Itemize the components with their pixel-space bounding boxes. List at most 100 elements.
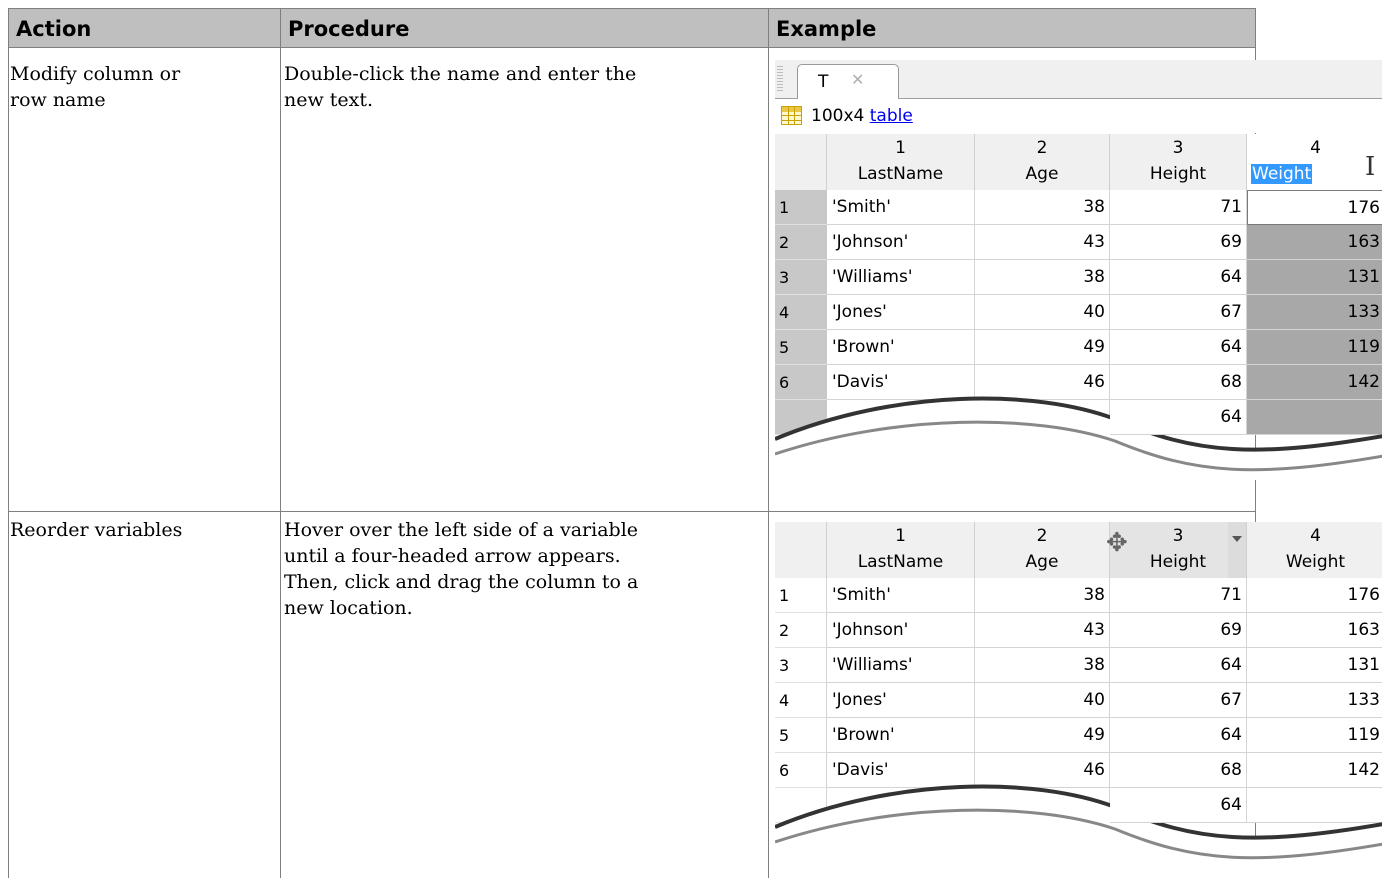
- row-header[interactable]: 1: [775, 190, 827, 225]
- data-grid: 1 LastName 2 Age 3 Height I 4 Weight 1 'Smith' 38 71…: [775, 134, 1382, 480]
- column-menu-icon[interactable]: [1228, 522, 1246, 578]
- table-cell[interactable]: 176: [1247, 190, 1382, 225]
- table-cell[interactable]: 133: [1247, 295, 1382, 330]
- row-header[interactable]: 2: [775, 225, 827, 260]
- column-name: Height: [1149, 164, 1207, 184]
- row-header[interactable]: 5: [775, 330, 827, 365]
- variable-size: 100x4 table: [811, 106, 913, 126]
- column-header-1[interactable]: 1 LastName: [827, 522, 975, 578]
- table-cell[interactable]: 49: [975, 718, 1110, 753]
- table-cell[interactable]: 131: [1247, 260, 1382, 295]
- tab-T[interactable]: T ✕: [797, 64, 899, 99]
- table-cell[interactable]: 71: [1110, 190, 1247, 225]
- column-name: Age: [1025, 164, 1059, 184]
- table-cell[interactable]: 'Smith': [827, 578, 975, 613]
- data-grid: 1 LastName 2 Age 3 Height ✥ 4 Weight 1 'Smith' 38 71…: [775, 522, 1382, 878]
- table-cell[interactable]: 119: [1247, 718, 1382, 753]
- table-cell[interactable]: 69: [1110, 613, 1247, 648]
- row2-procedure: Hover over the left side of a variable u…: [284, 517, 764, 621]
- row-header[interactable]: 3: [775, 260, 827, 295]
- table-header-row: Action Procedure Example: [8, 8, 1256, 48]
- row1-procedure-line1: Double-click the name and enter the: [284, 63, 637, 85]
- table-cell[interactable]: 67: [1110, 295, 1247, 330]
- table-icon: [781, 106, 802, 125]
- table-cell[interactable]: 'Jones': [827, 683, 975, 718]
- table-cell[interactable]: 'Johnson': [827, 225, 975, 260]
- table-cell[interactable]: 71: [1110, 578, 1247, 613]
- table-cell[interactable]: 'Williams': [827, 648, 975, 683]
- column-header-3[interactable]: 3 Height: [1110, 134, 1247, 190]
- row2-procedure-line4: new location.: [284, 597, 413, 619]
- example1-variable-editor: T ✕ 100x4 table 1 LastName 2 Age 3 Height I 4 We…: [775, 60, 1382, 480]
- torn-bottom-fill: [775, 425, 1382, 480]
- row-header[interactable]: 4: [775, 295, 827, 330]
- table-cell[interactable]: 163: [1247, 613, 1382, 648]
- table-cell[interactable]: 'Williams': [827, 260, 975, 295]
- editor-tabstrip: T ✕: [775, 60, 1382, 99]
- column-header-4[interactable]: 4 Weight: [1247, 522, 1382, 578]
- table-cell[interactable]: 163: [1247, 225, 1382, 260]
- table-cell[interactable]: 38: [975, 190, 1110, 225]
- column-name: Weight: [1247, 164, 1382, 184]
- row1-action-line1: Modify column or: [10, 63, 181, 85]
- row2-procedure-line3: Then, click and drag the column to a: [284, 571, 639, 593]
- table-cell[interactable]: 38: [975, 260, 1110, 295]
- column-number: 2: [1036, 138, 1048, 158]
- column-number: 3: [1172, 526, 1184, 546]
- table-cell[interactable]: 'Brown': [827, 718, 975, 753]
- table-cell[interactable]: 43: [975, 225, 1110, 260]
- table-cell[interactable]: 133: [1247, 683, 1382, 718]
- table-cell[interactable]: 176: [1247, 578, 1382, 613]
- table-cell[interactable]: 38: [975, 648, 1110, 683]
- column-header-2[interactable]: 2 Age: [975, 522, 1110, 578]
- variable-info-bar: 100x4 table: [775, 99, 1382, 133]
- column-header-3[interactable]: 3 Height ✥: [1106, 522, 1247, 578]
- torn-edge-graphic-bottom: [775, 420, 1382, 480]
- row-header[interactable]: 2: [775, 613, 827, 648]
- row-header[interactable]: 5: [775, 718, 827, 753]
- table-border-left: [8, 8, 9, 878]
- table-cell[interactable]: 64: [1110, 330, 1247, 365]
- tab-label: T: [818, 72, 829, 92]
- table-cell[interactable]: 69: [1110, 225, 1247, 260]
- class-link[interactable]: table: [870, 106, 913, 126]
- table-cell[interactable]: 64: [1110, 260, 1247, 295]
- column-name: Age: [1025, 552, 1059, 572]
- row2-action: Reorder variables: [10, 517, 275, 543]
- row1-procedure: Double-click the name and enter the new …: [284, 61, 764, 113]
- table-cell[interactable]: 'Smith': [827, 190, 975, 225]
- corner-cell: [775, 522, 827, 578]
- close-icon[interactable]: ✕: [851, 70, 864, 89]
- grip-icon[interactable]: [777, 66, 783, 92]
- table-cell[interactable]: 'Jones': [827, 295, 975, 330]
- table-cell[interactable]: 49: [975, 330, 1110, 365]
- table-cell[interactable]: 43: [975, 613, 1110, 648]
- table-cell[interactable]: 40: [975, 295, 1110, 330]
- column-header-2[interactable]: 2 Age: [975, 134, 1110, 190]
- row2-action-line1: Reorder variables: [10, 519, 183, 541]
- row2-procedure-line1: Hover over the left side of a variable: [284, 519, 639, 541]
- table-cell[interactable]: 67: [1110, 683, 1247, 718]
- table-cell[interactable]: 38: [975, 578, 1110, 613]
- torn-bottom-fill: [775, 813, 1382, 878]
- table-cell[interactable]: 119: [1247, 330, 1382, 365]
- table-cell[interactable]: 64: [1110, 648, 1247, 683]
- column-name: LastName: [857, 164, 944, 184]
- column-header-4[interactable]: I 4 Weight: [1247, 134, 1382, 190]
- column-header-1[interactable]: 1 LastName: [827, 134, 975, 190]
- table-cell[interactable]: 64: [1110, 718, 1247, 753]
- torn-edge-graphic-bottom: [775, 808, 1382, 878]
- column-name-edit[interactable]: Weight: [1251, 164, 1313, 184]
- row1-action-line2: row name: [10, 89, 106, 111]
- row-header[interactable]: 1: [775, 578, 827, 613]
- table-divider-2: [768, 8, 769, 878]
- column-number: 1: [895, 138, 906, 158]
- row-header[interactable]: 4: [775, 683, 827, 718]
- table-cell[interactable]: 'Brown': [827, 330, 975, 365]
- table-cell[interactable]: 131: [1247, 648, 1382, 683]
- row-header[interactable]: 3: [775, 648, 827, 683]
- column-number: 3: [1172, 138, 1184, 158]
- column-name: Weight: [1285, 552, 1346, 572]
- table-cell[interactable]: 'Johnson': [827, 613, 975, 648]
- table-cell[interactable]: 40: [975, 683, 1110, 718]
